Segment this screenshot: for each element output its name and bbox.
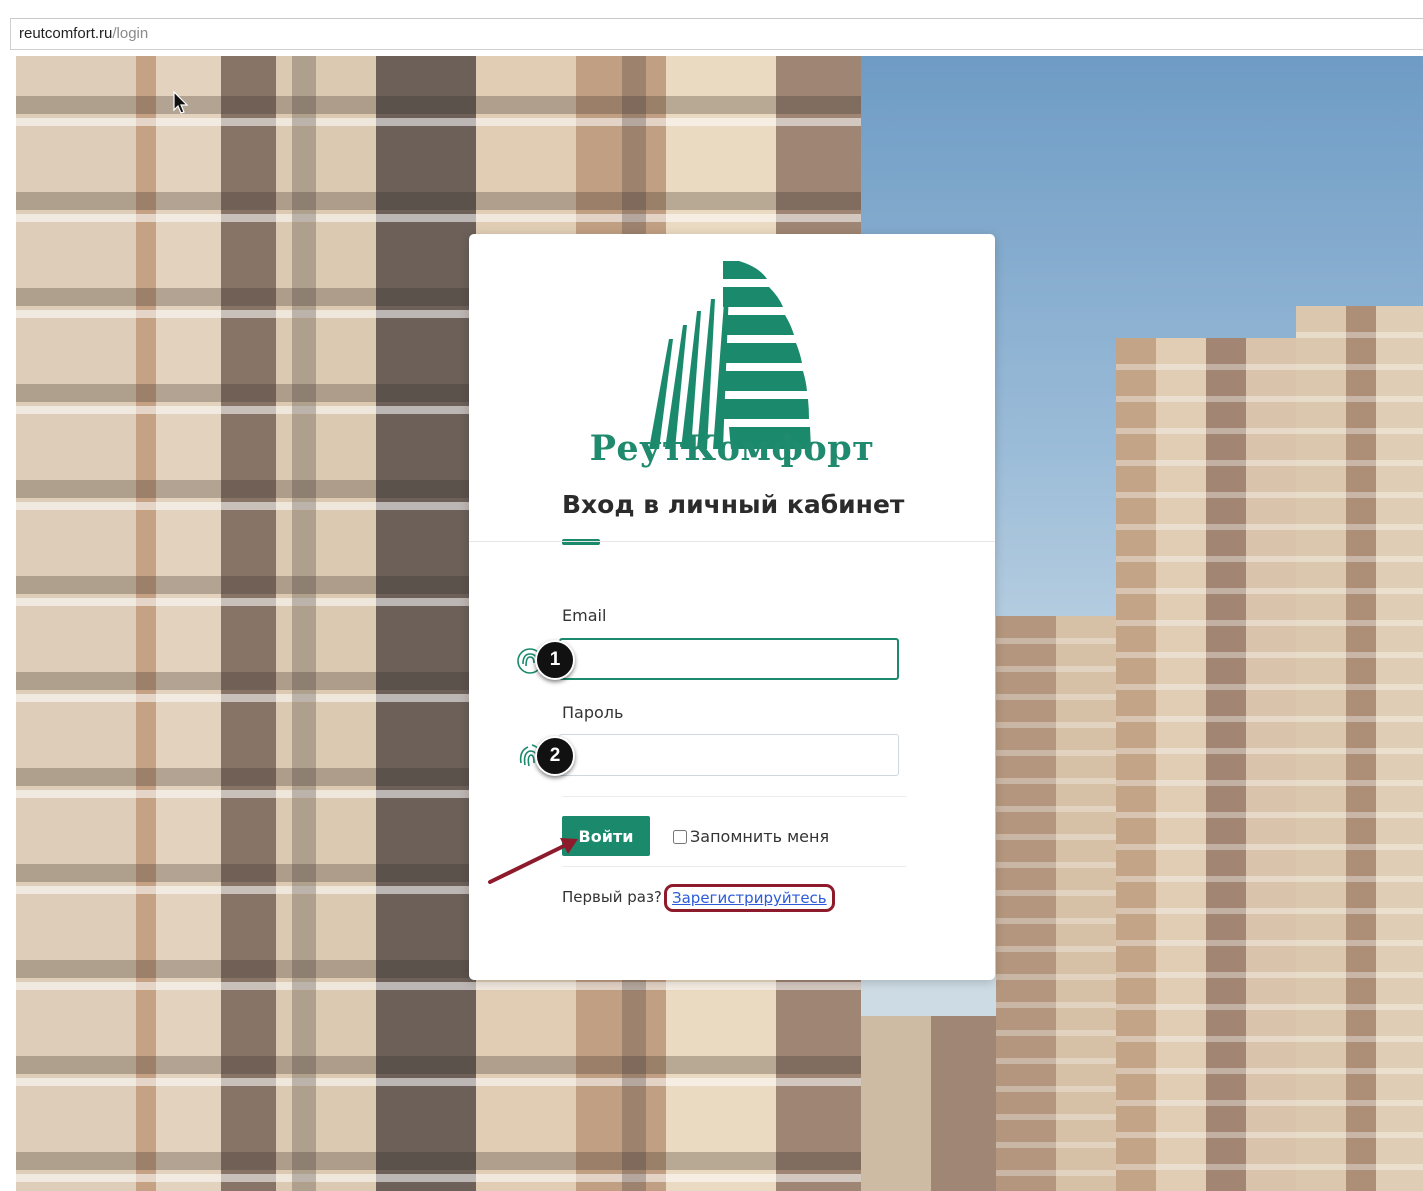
remember-checkbox[interactable] [673, 830, 687, 844]
step-marker-2: 2 [535, 736, 575, 776]
brand-name: РеутКомфорт [589, 428, 875, 469]
page-title: Вход в личный кабинет [562, 490, 905, 519]
email-input[interactable] [559, 638, 899, 680]
form-divider [562, 796, 906, 797]
step-marker-1: 1 [535, 640, 575, 680]
remember-label: Запомнить меня [690, 827, 830, 846]
address-bar[interactable]: reutcomfort.ru/login [10, 18, 1423, 50]
first-time-text: Первый раз? [562, 888, 662, 906]
mouse-cursor-icon [173, 91, 189, 114]
url-host: reutcomfort.ru [19, 25, 113, 42]
header-divider [469, 541, 995, 542]
title-underline [562, 539, 600, 545]
remember-me[interactable]: Запомнить меня [673, 827, 829, 846]
arrow-annotation-icon [488, 838, 578, 884]
register-link[interactable]: Зарегистрируйтесь [664, 884, 835, 912]
form-divider [562, 866, 906, 867]
url-path: /login [112, 25, 149, 42]
email-label: Email [562, 606, 607, 625]
password-label: Пароль [562, 703, 624, 722]
password-input[interactable] [559, 734, 899, 776]
